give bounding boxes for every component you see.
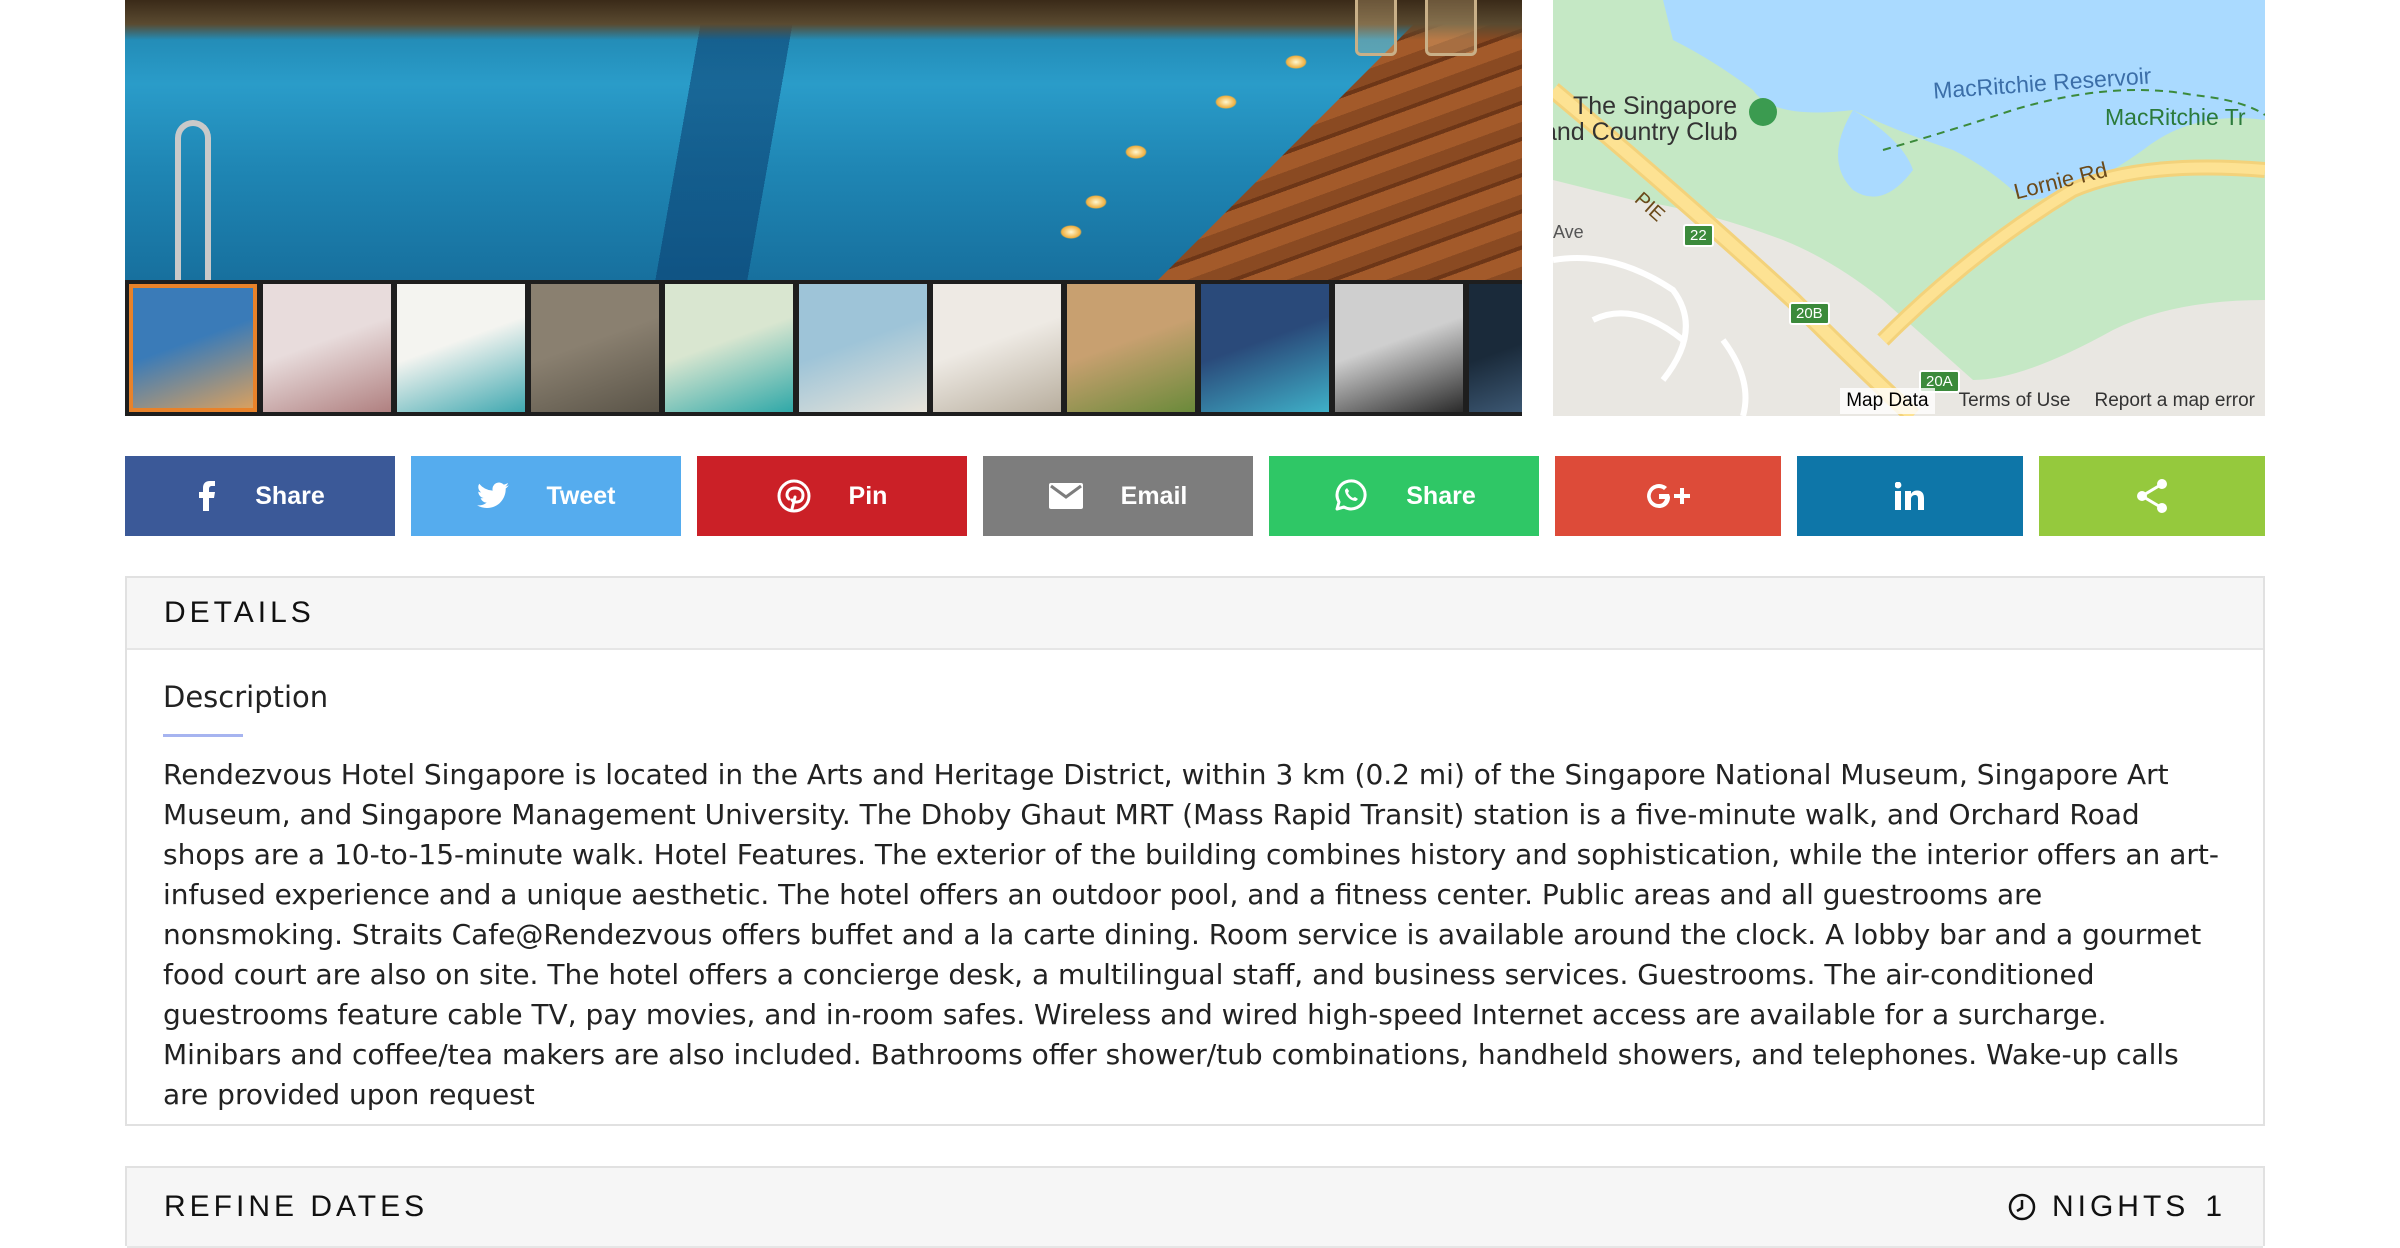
twitter-icon: [476, 482, 509, 509]
description-title: Description: [163, 680, 329, 714]
location-map[interactable]: The Singapore and Country Club MacRitchi…: [1553, 0, 2265, 416]
email-icon: [1048, 483, 1083, 509]
golf-course-pin: [1749, 98, 1777, 126]
description-underline: [163, 734, 243, 737]
facebook-icon: [199, 481, 216, 511]
map-label-country-club: and Country Club: [1553, 118, 1738, 146]
candle-lantern: [1355, 0, 1397, 56]
twitter-share-label: Tweet: [546, 481, 616, 510]
gallery-thumbnail[interactable]: [129, 284, 257, 412]
gallery-thumbnail[interactable]: [1469, 284, 1522, 412]
gallery-thumbnail[interactable]: [1201, 284, 1329, 412]
deck-light: [1285, 55, 1307, 69]
deck-light: [1060, 225, 1082, 239]
email-share-button[interactable]: Email: [983, 456, 1253, 536]
refine-dates-header[interactable]: REFINE DATES NIGHTS 1: [127, 1168, 2263, 1248]
candle-lantern: [1425, 0, 1477, 56]
gallery-thumbnail[interactable]: [397, 284, 525, 412]
terms-of-use-link[interactable]: Terms of Use: [1959, 390, 2071, 412]
whatsapp-share-label: Share: [1406, 481, 1476, 510]
details-heading: DETAILS: [127, 578, 2263, 650]
nights-value: 1: [2205, 1190, 2226, 1223]
pinterest-share-button[interactable]: Pin: [697, 456, 967, 536]
gallery-thumbnail[interactable]: [263, 284, 391, 412]
gallery-thumbnail[interactable]: [1335, 284, 1463, 412]
nights-label: NIGHTS: [2051, 1190, 2190, 1223]
gallery-thumbnail[interactable]: [933, 284, 1061, 412]
details-body: Description Rendezvous Hotel Singapore i…: [127, 650, 2263, 1115]
thumbnail-strip: [125, 280, 1522, 416]
map-data-link[interactable]: Map Data: [1840, 388, 1935, 414]
share-icon: [2137, 479, 2167, 513]
garden-edge: [125, 0, 1522, 40]
email-share-label: Email: [1120, 481, 1188, 510]
google-plus-icon: [1647, 484, 1690, 508]
facebook-share-button[interactable]: Share: [125, 456, 395, 536]
map-label-avenue: Ave: [1553, 222, 1584, 242]
deck-light: [1085, 195, 1107, 209]
refine-dates-panel: REFINE DATES NIGHTS 1: [125, 1166, 2265, 1248]
pool-ladder-rail: [175, 120, 211, 280]
whatsapp-share-button[interactable]: Share: [1269, 456, 1539, 536]
details-panel: DETAILS Description Rendezvous Hotel Sin…: [125, 576, 2265, 1126]
clock-icon: [2008, 1193, 2036, 1221]
report-map-error-link[interactable]: Report a map error: [2094, 390, 2255, 412]
description-text: Rendezvous Hotel Singapore is located in…: [163, 758, 2219, 1111]
gallery-thumbnail[interactable]: [665, 284, 793, 412]
deck-light: [1215, 95, 1237, 109]
deck-light: [1125, 145, 1147, 159]
facebook-share-label: Share: [255, 481, 325, 510]
gallery-thumbnail[interactable]: [799, 284, 927, 412]
photo-gallery: [125, 0, 1522, 416]
exit-shield: 22: [1683, 224, 1714, 247]
hero-image-pool[interactable]: [125, 0, 1522, 280]
social-share-bar: Share Tweet Pin Email Share: [125, 456, 2265, 536]
gallery-thumbnail[interactable]: [531, 284, 659, 412]
more-share-button[interactable]: [2039, 456, 2265, 536]
whatsapp-icon: [1335, 479, 1367, 511]
pinterest-icon: [777, 479, 811, 513]
exit-shield: 20B: [1789, 302, 1830, 325]
refine-dates-heading: REFINE DATES: [164, 1190, 429, 1223]
map-footer: Map Data Terms of Use Report a map error: [1553, 386, 2265, 416]
linkedin-share-button[interactable]: [1797, 456, 2023, 536]
pinterest-share-label: Pin: [848, 481, 888, 510]
nights-indicator: NIGHTS 1: [2008, 1190, 2226, 1224]
map-label-country-club: The Singapore: [1573, 92, 1738, 120]
twitter-share-button[interactable]: Tweet: [411, 456, 681, 536]
pool-stripe: [245, 0, 1345, 280]
linkedin-icon: [1895, 482, 1924, 510]
map-label-trail: MacRitchie Tr: [2105, 104, 2246, 130]
gallery-thumbnail[interactable]: [1067, 284, 1195, 412]
google-plus-share-button[interactable]: [1555, 456, 1781, 536]
